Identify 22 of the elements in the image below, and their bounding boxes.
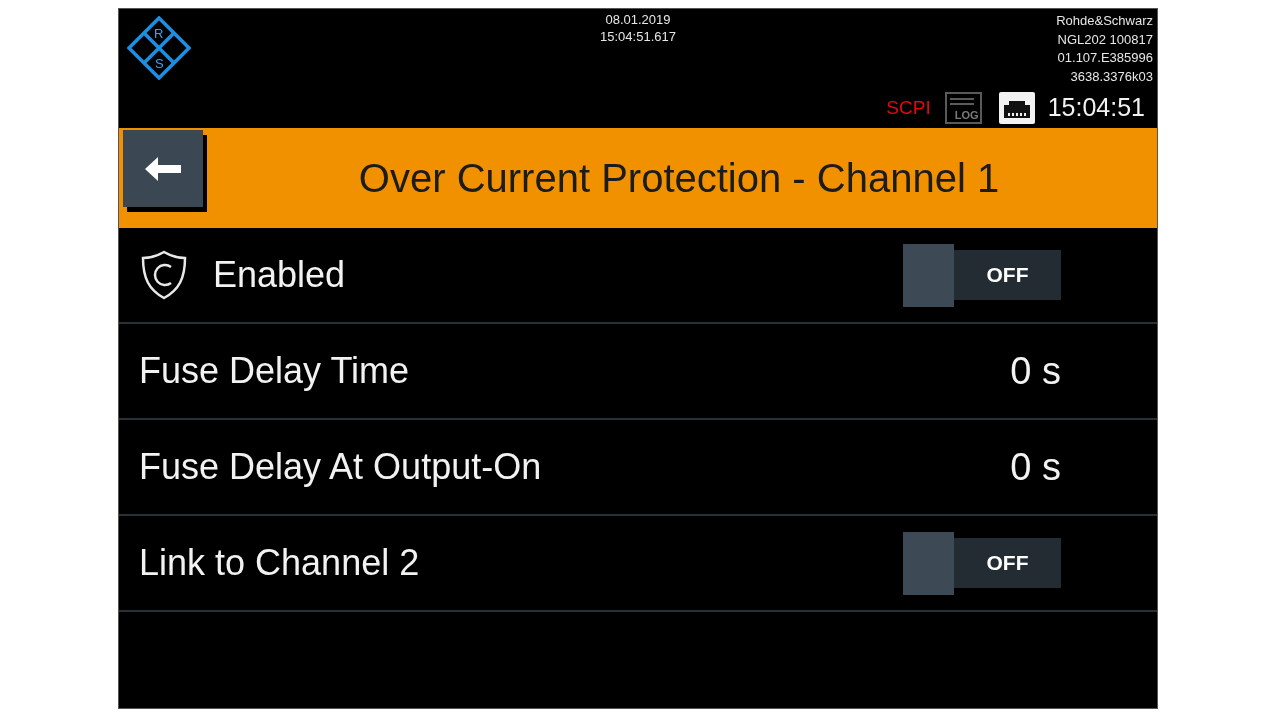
log-indicator[interactable]: LOG [944, 92, 982, 124]
setting-label: Fuse Delay Time [139, 349, 410, 393]
time-text: 15:04:51.617 [600, 28, 676, 45]
setting-value[interactable]: 0 s [1010, 438, 1061, 496]
setting-label: Fuse Delay At Output-On [139, 445, 542, 489]
logo-icon [127, 16, 191, 80]
screen-title: Over Current Protection - Channel 1 [357, 155, 1001, 202]
scpi-indicator: SCPI [886, 95, 931, 120]
shield-icon [141, 250, 187, 300]
logo-letter: S [155, 57, 164, 70]
device-info-text: 01.107.E385996 [1057, 49, 1153, 67]
clock-text: 15:04:51 [1047, 92, 1145, 124]
date-text: 08.01.2019 [605, 11, 671, 28]
back-arrow-icon [145, 156, 181, 181]
device-info-text: 3638.3376k03 [1070, 67, 1153, 86]
network-icon [998, 92, 1035, 124]
device-info-text: NGL202 100817 [1057, 30, 1153, 49]
logo-letter: R [154, 27, 164, 40]
device-info-text: Rohde&Schwarz [1056, 12, 1153, 30]
setting-label: Link to Channel 2 [139, 541, 420, 585]
setting-label: Enabled [213, 253, 346, 297]
setting-value[interactable]: 0 s [1010, 342, 1061, 400]
